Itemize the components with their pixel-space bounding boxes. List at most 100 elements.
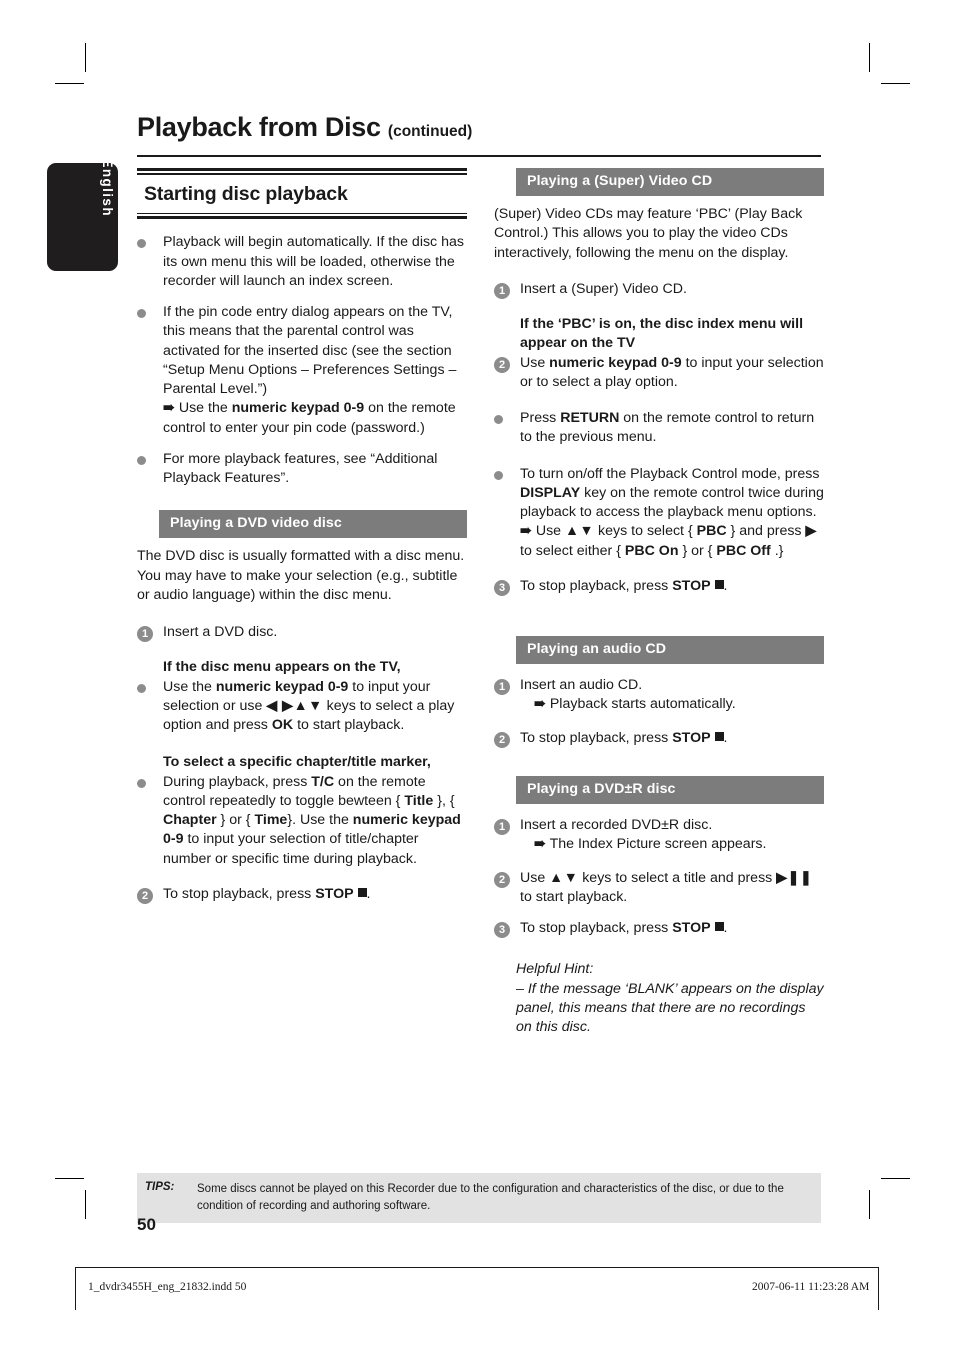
numbered-step: 1 Insert a recorded DVD±R disc. ➠ The In…	[494, 816, 824, 854]
step-number-1: 1	[137, 623, 157, 643]
t1: To stop playback, press	[520, 729, 673, 746]
step-number-2: 2	[137, 885, 157, 905]
crop-mark-bottom-right-vertical	[869, 1190, 870, 1219]
arrow-subitem-pre: Use the	[178, 400, 232, 417]
list-item-text: Playback will begin automatically. If th…	[163, 234, 464, 289]
subheading-text: If the disc menu appears on the TV,	[163, 659, 401, 676]
helpful-hint-body: – If the message ‘BLANK’ appears on the …	[516, 980, 824, 1036]
arrow-subitem-text: Playback starts automatically.	[549, 696, 736, 713]
bullet-icon	[137, 773, 157, 794]
t4: } or {	[216, 812, 255, 829]
step-text: Insert a (Super) Video CD.	[520, 280, 687, 297]
subheading-chapter-title-marker: To select a specific chapter/title marke…	[137, 753, 467, 772]
crop-mark-bottom-left-vertical	[85, 1190, 86, 1219]
document-page: English Playback from Disc (continued) S…	[0, 0, 954, 1347]
page-title-suffix: (continued)	[387, 123, 473, 140]
title-divider	[137, 155, 821, 157]
subheading-pbc-on: If the ‘PBC’ is on, the disc index menu …	[494, 315, 824, 353]
dvd-video-intro: The DVD disc is usually formatted with a…	[137, 548, 465, 603]
list-item: Press RETURN on the remote control to re…	[494, 409, 824, 447]
t6: to input your selection of title/chapter…	[163, 831, 419, 867]
step-text: Insert a recorded DVD±R disc.	[520, 817, 713, 834]
step-number-2: 2	[494, 869, 514, 889]
key-tc: T/C	[311, 773, 335, 790]
numbered-step: 2 To stop playback, press STOP .	[494, 729, 824, 748]
key-numeric-keypad: numeric keypad 0-9	[215, 678, 349, 695]
key-ok: OK	[271, 717, 294, 734]
play-pause-icon: ▶❚❚	[776, 869, 813, 886]
list-item-text: Press RETURN on the remote control to re…	[520, 410, 814, 445]
numbered-step: 1 Insert an audio CD. ➠ Playback starts …	[494, 676, 824, 714]
step-number-1: 1	[494, 676, 514, 696]
arrow-subitem-text: The Index Picture screen appears.	[549, 836, 767, 853]
key-stop: STOP	[315, 885, 354, 902]
rule-thick-lower	[137, 216, 467, 220]
super-video-cd-intro: (Super) Video CDs may feature ‘PBC’ (Pla…	[494, 206, 803, 261]
t2: keys to select a title and press	[578, 869, 777, 886]
left-column: Starting disc playback Playback will beg…	[137, 168, 467, 916]
crop-mark-top-right-vertical	[869, 43, 870, 72]
t7: } or {	[678, 542, 717, 559]
t1: Use the	[163, 678, 216, 695]
right-column: Playing a (Super) Video CD (Super) Video…	[494, 168, 824, 1038]
numbered-step: 2 To stop playback, press STOP .	[137, 885, 467, 904]
crop-mark-bottom-right-horizontal	[881, 1178, 910, 1179]
language-tab: English	[47, 158, 118, 271]
page-number: 50	[137, 1215, 156, 1234]
option-chapter: Chapter	[163, 812, 217, 829]
arrow-right-icon: ➠	[534, 696, 546, 713]
list-item: If the pin code entry dialog appears on …	[137, 303, 467, 438]
crop-mark-top-left-horizontal	[55, 83, 84, 84]
t3: Use	[535, 523, 566, 540]
numbered-step: 3 To stop playback, press STOP .	[494, 577, 824, 596]
t3: }, {	[433, 792, 455, 809]
key-display: DISPLAY	[520, 484, 581, 501]
page-title-text: Playback from Disc (continued)	[137, 113, 821, 141]
option-pbc-off: PBC Off	[716, 542, 771, 559]
t4: to start playback.	[293, 717, 405, 734]
numbered-step: 1 Insert a (Super) Video CD.	[494, 280, 824, 299]
key-numeric-keypad: numeric keypad 0-9	[549, 354, 682, 371]
arrow-right-icon: ➠	[534, 836, 546, 853]
t8: .}	[770, 542, 784, 559]
tips-label: TIPS:	[145, 1181, 175, 1193]
language-tab-label: English	[100, 158, 116, 217]
page-title-main: Playback from Disc	[137, 112, 381, 142]
step-number-2: 2	[494, 729, 514, 749]
numbered-step: 1 Insert a DVD disc.	[137, 623, 467, 643]
subheading-text: To select a specific chapter/title marke…	[163, 754, 431, 771]
section-band-dvd-r-disc: Playing a DVD±R disc	[516, 775, 824, 805]
bullet-icon	[137, 233, 157, 254]
t1: To stop playback, press	[163, 885, 316, 902]
helpful-hint-title: Helpful Hint:	[516, 961, 594, 978]
t6: to select either {	[520, 542, 625, 559]
t1: To stop playback, press	[520, 920, 673, 937]
t1: Press	[520, 410, 561, 427]
step-text: Use numeric keypad 0-9 to input your sel…	[520, 355, 824, 390]
arrow-subitem: ➠ Playback starts automatically.	[520, 695, 824, 714]
arrow-subitem-key: numeric keypad 0-9	[231, 400, 365, 417]
stop-square-icon	[714, 731, 724, 741]
key-stop: STOP	[672, 729, 711, 746]
section-band-audio-cd: Playing an audio CD	[516, 635, 824, 665]
stop-square-icon	[714, 579, 724, 589]
step-number-1: 1	[494, 816, 514, 836]
list-item: To turn on/off the Playback Control mode…	[494, 465, 824, 561]
list-item-text: Use the numeric keypad 0-9 to input your…	[163, 679, 454, 733]
numbered-step: 2 Use ▲▼ keys to select a title and pres…	[494, 869, 824, 907]
option-pbc-on: PBC On	[624, 542, 679, 559]
key-stop: STOP	[672, 920, 711, 937]
key-return: RETURN	[560, 410, 620, 427]
list-item: Playback will begin automatically. If th…	[137, 233, 467, 291]
footer-filename: 1_dvdr3455H_eng_21832.indd 50	[88, 1281, 247, 1293]
list-item-text: If the pin code entry dialog appears on …	[163, 304, 457, 398]
step-number-2: 2	[494, 354, 514, 374]
t1: Use	[520, 354, 550, 371]
stop-square-icon	[714, 922, 724, 932]
crop-mark-top-left-vertical	[85, 43, 86, 72]
list-item: For more playback features, see “Additio…	[137, 450, 467, 488]
subheading-text: If the ‘PBC’ is on, the disc index menu …	[520, 316, 804, 352]
section-heading-starting-disc-playback: Starting disc playback	[137, 168, 467, 220]
list-item: During playback, press T/C on the remote…	[137, 773, 467, 869]
heading-rule-bottom	[137, 212, 467, 220]
